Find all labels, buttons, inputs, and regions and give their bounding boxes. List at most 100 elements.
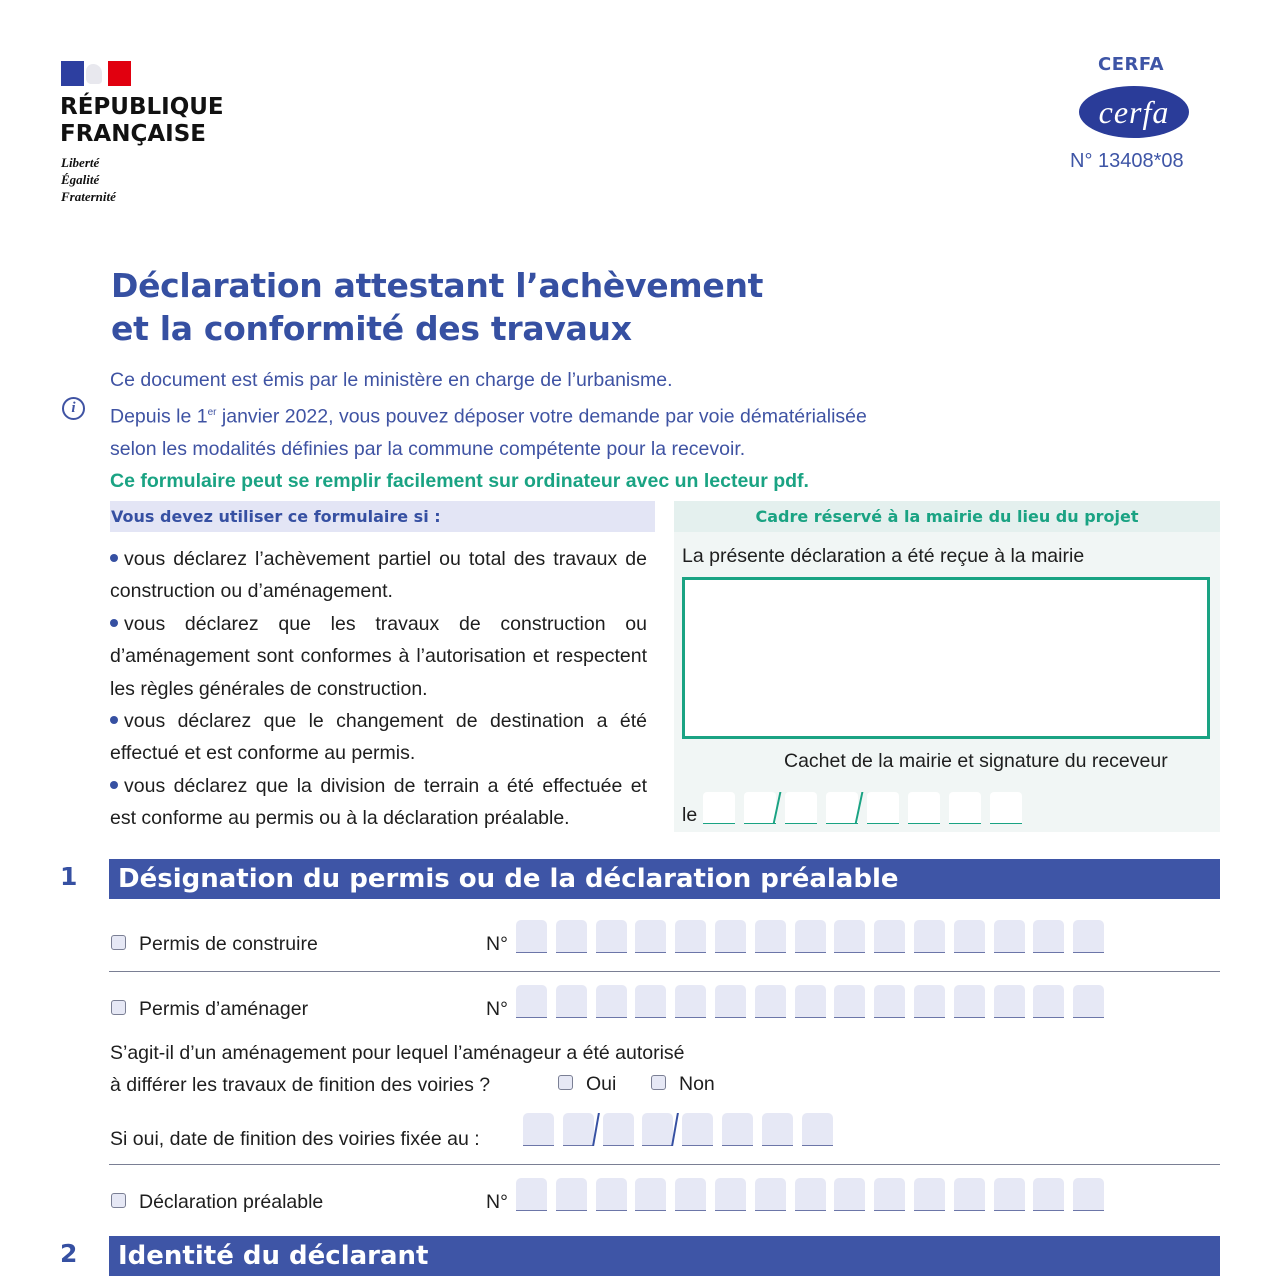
number-digit-cell[interactable] <box>555 1178 587 1211</box>
number-digit-cell[interactable] <box>913 920 945 953</box>
date-digit-cell[interactable] <box>785 792 817 824</box>
date-digit-cell[interactable] <box>949 792 981 824</box>
number-digit-cell[interactable] <box>993 920 1025 953</box>
number-digit-cell[interactable] <box>794 1178 826 1211</box>
date-digit-cell[interactable] <box>682 1113 714 1146</box>
voiries-date-field[interactable] <box>523 1113 841 1146</box>
number-digit-cell[interactable] <box>1033 920 1065 953</box>
date-digit-cell[interactable] <box>908 792 940 824</box>
intro-line3: selon les modalités définies par la comm… <box>110 437 746 460</box>
number-digit-cell[interactable] <box>635 985 667 1018</box>
non-label: Non <box>679 1073 715 1095</box>
date-digit-cell[interactable] <box>523 1113 554 1146</box>
number-digit-cell[interactable] <box>834 1178 866 1211</box>
permis-amenager-checkbox[interactable] <box>111 1000 126 1015</box>
number-digit-cell[interactable] <box>874 1178 906 1211</box>
pdf-notice: Ce formulaire peut se remplir facilement… <box>110 470 809 492</box>
oui-label: Oui <box>586 1073 617 1095</box>
oui-checkbox[interactable] <box>558 1075 573 1090</box>
date-digit-cell[interactable] <box>744 792 776 824</box>
number-digit-cell[interactable] <box>794 985 826 1018</box>
mairie-stamp-field[interactable] <box>682 577 1210 739</box>
mairie-received-text: La présente déclaration a été reçue à la… <box>682 545 1085 567</box>
number-digit-cell[interactable] <box>675 920 707 953</box>
number-digit-cell[interactable] <box>595 920 627 953</box>
number-digit-cell[interactable] <box>874 920 906 953</box>
permis-amenager-number-field[interactable] <box>516 985 1113 1018</box>
number-digit-cell[interactable] <box>1073 1178 1105 1211</box>
number-digit-cell[interactable] <box>993 1178 1025 1211</box>
bullet-icon <box>110 553 118 562</box>
number-digit-cell[interactable] <box>675 985 707 1018</box>
number-digit-cell[interactable] <box>834 920 866 953</box>
french-flag-logo <box>61 61 131 86</box>
permis-amenager-num-label: N° <box>486 998 508 1020</box>
stamp-caption: Cachet de la mairie et signature du rece… <box>784 750 1168 772</box>
date-digit-cell[interactable] <box>642 1113 674 1146</box>
usage-list: vous déclarez l’achèvement partiel ou to… <box>110 543 647 835</box>
date-digit-cell[interactable] <box>990 792 1022 824</box>
date-slash <box>776 792 778 824</box>
date-digit-cell[interactable] <box>826 792 858 824</box>
date-slash <box>595 1113 597 1146</box>
number-digit-cell[interactable] <box>714 920 746 953</box>
permis-construire-number-field[interactable] <box>516 920 1113 953</box>
number-digit-cell[interactable] <box>516 920 547 953</box>
number-digit-cell[interactable] <box>635 1178 667 1211</box>
number-digit-cell[interactable] <box>754 1178 786 1211</box>
motto: Liberté Égalité Fraternité <box>61 154 116 205</box>
number-digit-cell[interactable] <box>516 985 547 1018</box>
date-digit-cell[interactable] <box>703 792 735 824</box>
number-digit-cell[interactable] <box>1033 1178 1065 1211</box>
number-digit-cell[interactable] <box>754 920 786 953</box>
number-digit-cell[interactable] <box>834 985 866 1018</box>
republic-line2: FRANÇAISE <box>60 121 206 147</box>
number-digit-cell[interactable] <box>1073 985 1105 1018</box>
number-digit-cell[interactable] <box>555 985 587 1018</box>
number-digit-cell[interactable] <box>953 985 985 1018</box>
republic-line1: RÉPUBLIQUE <box>60 94 224 120</box>
section-1-number: 1 <box>60 862 78 891</box>
declaration-prealable-num-label: N° <box>486 1191 508 1213</box>
intro-line1: Ce document est émis par le ministère en… <box>110 369 673 391</box>
cerfa-logo: cerfa <box>1079 86 1189 138</box>
date-digit-cell[interactable] <box>867 792 899 824</box>
number-digit-cell[interactable] <box>953 1178 985 1211</box>
number-digit-cell[interactable] <box>555 920 587 953</box>
date-digit-cell[interactable] <box>721 1113 753 1146</box>
number-digit-cell[interactable] <box>1073 920 1105 953</box>
declaration-prealable-number-field[interactable] <box>516 1178 1113 1211</box>
number-digit-cell[interactable] <box>953 920 985 953</box>
non-checkbox[interactable] <box>651 1075 666 1090</box>
number-digit-cell[interactable] <box>754 985 786 1018</box>
number-digit-cell[interactable] <box>675 1178 707 1211</box>
info-icon: i <box>62 397 85 420</box>
date-digit-cell[interactable] <box>801 1113 833 1146</box>
number-digit-cell[interactable] <box>635 920 667 953</box>
number-digit-cell[interactable] <box>874 985 906 1018</box>
number-digit-cell[interactable] <box>516 1178 547 1211</box>
permis-construire-checkbox[interactable] <box>111 935 126 950</box>
mairie-date-field[interactable] <box>703 792 1031 824</box>
number-digit-cell[interactable] <box>993 985 1025 1018</box>
date-digit-cell[interactable] <box>761 1113 793 1146</box>
title-line2: et la conformité des travaux <box>111 309 632 348</box>
voiries-date-label: Si oui, date de finition des voiries fix… <box>110 1128 480 1150</box>
usage-item: vous déclarez que les travaux de constru… <box>110 612 647 700</box>
declaration-prealable-checkbox[interactable] <box>111 1193 126 1208</box>
number-digit-cell[interactable] <box>714 985 746 1018</box>
date-digit-cell[interactable] <box>562 1113 594 1146</box>
voiries-question-line1: S’agit-il d’un aménagement pour lequel l… <box>110 1042 685 1064</box>
date-digit-cell[interactable] <box>602 1113 634 1146</box>
number-digit-cell[interactable] <box>595 1178 627 1211</box>
number-digit-cell[interactable] <box>794 920 826 953</box>
cerfa-label: CERFA <box>1098 54 1165 75</box>
number-digit-cell[interactable] <box>913 985 945 1018</box>
number-digit-cell[interactable] <box>595 985 627 1018</box>
cerfa-logo-text: cerfa <box>1098 93 1170 130</box>
number-digit-cell[interactable] <box>913 1178 945 1211</box>
number-digit-cell[interactable] <box>1033 985 1065 1018</box>
motto-liberte: Liberté <box>61 155 100 170</box>
number-digit-cell[interactable] <box>714 1178 746 1211</box>
motto-egalite: Égalité <box>61 172 100 187</box>
